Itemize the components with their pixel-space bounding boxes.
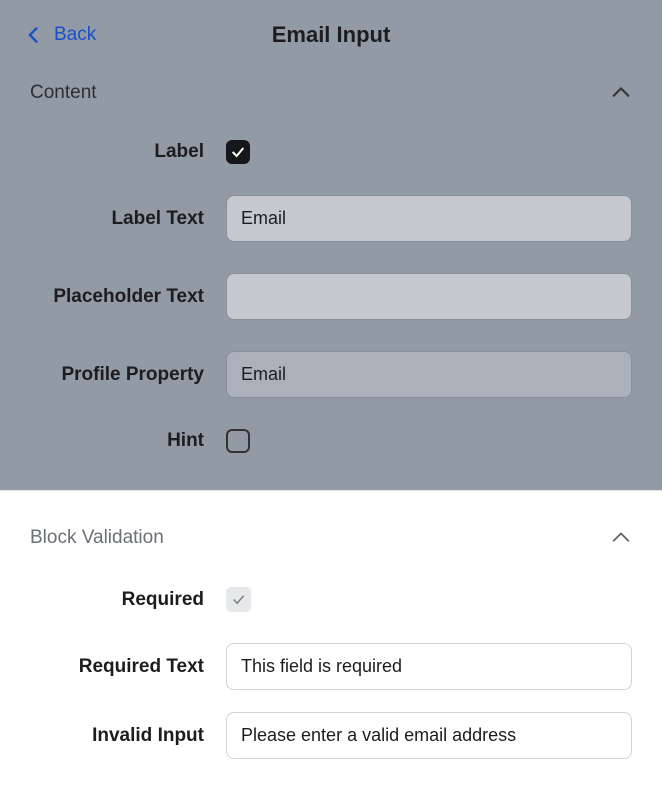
page-title: Email Input (272, 22, 391, 48)
back-label: Back (54, 24, 96, 46)
block-validation-section-title: Block Validation (30, 527, 164, 549)
invalid-input-field-label: Invalid Input (30, 725, 226, 747)
label-checkbox[interactable] (226, 140, 250, 164)
hint-field-label: Hint (30, 430, 226, 452)
content-section-title: Content (30, 82, 97, 104)
block-validation-section-header[interactable]: Block Validation (0, 515, 662, 561)
hint-checkbox[interactable] (226, 429, 250, 453)
invalid-input-text-input[interactable] (226, 712, 632, 759)
content-section-header[interactable]: Content (0, 70, 662, 116)
back-arrow-icon (24, 25, 44, 45)
required-text-input[interactable] (226, 643, 632, 690)
chevron-up-icon (610, 82, 632, 104)
placeholder-text-field-label: Placeholder Text (30, 286, 226, 308)
check-icon (231, 592, 246, 607)
required-field-label: Required (30, 589, 226, 611)
profile-property-input[interactable] (226, 351, 632, 398)
back-button[interactable]: Back (24, 24, 96, 46)
label-field-label: Label (30, 141, 226, 163)
required-text-field-label: Required Text (30, 656, 226, 678)
placeholder-text-input[interactable] (226, 273, 632, 320)
profile-property-field-label: Profile Property (30, 364, 226, 386)
chevron-up-icon (610, 527, 632, 549)
check-icon (230, 144, 246, 160)
label-text-input[interactable] (226, 195, 632, 242)
required-checkbox[interactable] (226, 587, 251, 612)
label-text-field-label: Label Text (30, 208, 226, 230)
